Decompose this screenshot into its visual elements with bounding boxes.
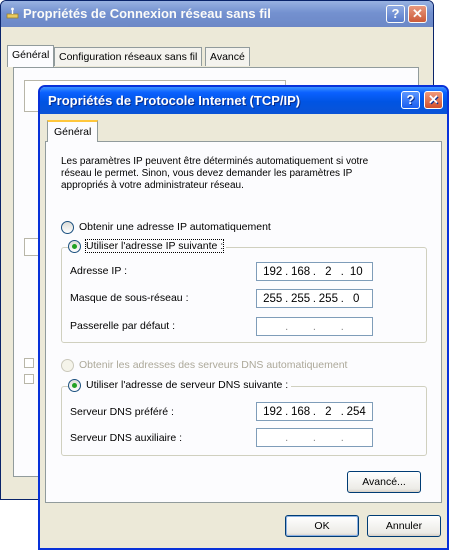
ip-octet: 2	[325, 265, 332, 278]
preferred-dns-input[interactable]: 192. 168. 2. 254	[256, 402, 373, 421]
ip-octet: 255	[290, 292, 311, 305]
dns-auto-radio-row[interactable]: Obtenir les adresses des serveurs DNS au…	[61, 358, 351, 372]
ip-dot: .	[285, 292, 289, 305]
ip-auto-radio[interactable]	[61, 220, 74, 234]
ip-dot: .	[285, 431, 289, 444]
description-text: Les paramètres IP peuvent être déterminé…	[61, 156, 369, 191]
preferred-dns-label: Serveur DNS préféré :	[70, 406, 174, 418]
ip-auto-radio-row[interactable]: Obtenir une adresse IP automatiquement	[61, 220, 274, 234]
ip-octet: 168	[290, 405, 311, 418]
front-window-title: Propriétés de Protocole Internet (TCP/IP…	[48, 93, 301, 108]
ip-octet: 0	[353, 292, 360, 305]
ip-auto-label: Obtenir une adresse IP automatiquement	[79, 221, 271, 233]
dns-manual-radio-row[interactable]: Utiliser l'adresse de serveur DNS suivan…	[68, 378, 292, 392]
dns-manual-label: Utiliser l'adresse de serveur DNS suivan…	[86, 379, 289, 391]
dns-manual-radio[interactable]	[68, 378, 81, 392]
ip-address-input[interactable]: 192. 168. 2. 10	[256, 262, 373, 281]
ip-dot: .	[340, 320, 344, 333]
ip-octet: 255	[263, 292, 283, 305]
ip-octet: 255	[318, 292, 338, 305]
subnet-mask-input[interactable]: 255. 255. 255. 0	[256, 289, 373, 308]
ip-dot: .	[285, 265, 289, 278]
ip-dot: .	[340, 292, 344, 305]
ip-dot: .	[285, 320, 289, 333]
ip-manual-radio-row[interactable]: Utiliser l'adresse IP suivante :	[68, 239, 227, 253]
back-checkbox-1[interactable]	[24, 358, 34, 368]
alternate-dns-label: Serveur DNS auxiliaire :	[70, 432, 183, 444]
ip-octet: 2	[325, 405, 332, 418]
close-button[interactable]: ✕	[424, 91, 443, 109]
help-button[interactable]: ?	[401, 91, 420, 109]
ip-dot: .	[340, 265, 344, 278]
ip-manual-radio[interactable]	[68, 239, 81, 253]
ip-dot: .	[312, 431, 316, 444]
subnet-mask-label: Masque de sous-réseau :	[70, 292, 189, 304]
ip-dot: .	[340, 431, 344, 444]
ip-octet: 192	[263, 265, 283, 278]
default-gateway-label: Passerelle par défaut :	[70, 320, 176, 332]
back-close-button[interactable]: ✕	[408, 5, 427, 23]
ip-address-label: Adresse IP :	[70, 265, 128, 277]
alternate-dns-input[interactable]: . . .	[256, 428, 373, 447]
tcpip-properties-window: Propriétés de Protocole Internet (TCP/IP…	[38, 85, 449, 550]
advanced-button[interactable]: Avancé...	[347, 471, 421, 493]
ip-dot: .	[312, 405, 316, 418]
tab-wireless-config[interactable]: Configuration réseaux sans fil	[54, 47, 203, 66]
ip-dot: .	[312, 320, 316, 333]
ip-octet: 254	[346, 405, 366, 418]
tab-general-tcpip[interactable]: Général	[47, 120, 99, 142]
ip-dot: .	[340, 405, 344, 418]
back-window-title: Propriétés de Connexion réseau sans fil	[23, 6, 271, 21]
back-window-titlebar[interactable]: Propriétés de Connexion réseau sans fil …	[1, 1, 433, 27]
cancel-button[interactable]: Annuler	[367, 515, 441, 537]
network-connection-icon	[6, 7, 19, 19]
tab-general[interactable]: Général	[7, 45, 55, 67]
dns-auto-radio[interactable]	[61, 358, 74, 372]
ok-button[interactable]: OK	[285, 515, 359, 537]
tab-advanced[interactable]: Avancé	[205, 47, 250, 66]
front-window-titlebar[interactable]: Propriétés de Protocole Internet (TCP/IP…	[40, 87, 447, 114]
ip-octet: 10	[349, 265, 363, 278]
ip-dot: .	[285, 405, 289, 418]
ip-octet: 168	[290, 265, 311, 278]
dns-auto-label: Obtenir les adresses des serveurs DNS au…	[79, 359, 348, 371]
default-gateway-input[interactable]: . . .	[256, 317, 373, 336]
ip-manual-label: Utiliser l'adresse IP suivante :	[84, 239, 225, 253]
ip-dot: .	[312, 265, 316, 278]
ip-dot: .	[312, 292, 316, 305]
back-help-button[interactable]: ?	[386, 5, 405, 23]
general-tab-panel: Les paramètres IP peuvent être déterminé…	[45, 141, 442, 503]
back-checkbox-2[interactable]	[24, 374, 34, 384]
ip-octet: 192	[263, 405, 283, 418]
